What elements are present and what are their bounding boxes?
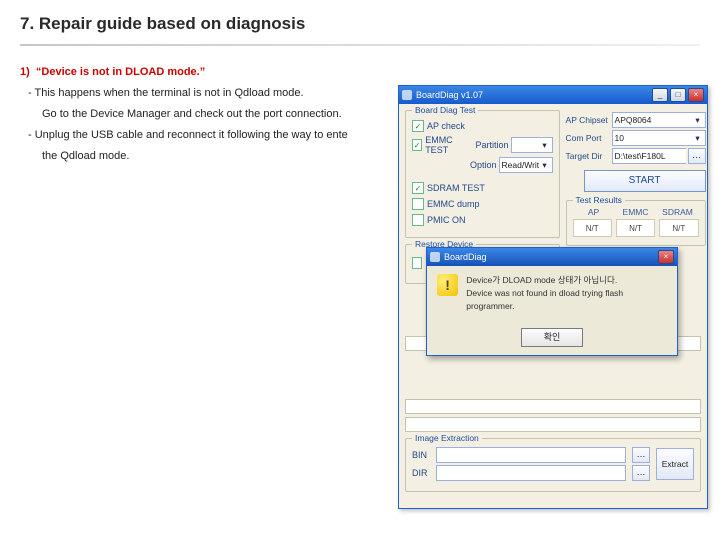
error-dialog: BoardDiag × ! Device가 DLOAD mode 상태가 아닙니…	[426, 247, 678, 356]
bin-label: BIN	[412, 450, 432, 460]
browse-button[interactable]: …	[688, 148, 706, 164]
pmic-label: PMIC ON	[427, 215, 466, 225]
restore-boot-checkbox[interactable]	[412, 257, 422, 269]
result-ap-value: N/T	[573, 219, 612, 237]
bin-field[interactable]	[436, 447, 626, 463]
dir-label: DIR	[412, 468, 432, 478]
log-line	[405, 417, 701, 432]
guide-text: 1) “Device is not in DLOAD mode.” - This…	[20, 62, 390, 166]
page-title: 7. Repair guide based on diagnosis	[20, 14, 700, 34]
option-label: Option	[470, 160, 497, 170]
result-ap-label: AP	[573, 207, 615, 217]
dialog-title: BoardDiag	[444, 252, 487, 262]
guide-line: the Qdload mode.	[20, 146, 390, 167]
result-sdram-label: SDRAM	[657, 207, 699, 217]
item-number: 1)	[20, 66, 30, 78]
partition-combo[interactable]: ▾	[511, 137, 553, 153]
dialog-ok-button[interactable]: 확인	[521, 328, 583, 347]
ap-chipset-combo[interactable]: APQ8064▾	[612, 112, 706, 128]
item-heading: “Device is not in DLOAD mode.”	[36, 66, 205, 78]
dir-browse-button[interactable]: …	[632, 465, 650, 481]
guide-line: - Unplug the USB cable and reconnect it …	[28, 125, 390, 146]
chevron-down-icon: ▾	[693, 133, 703, 144]
emmc-test-label: EMMC TEST	[425, 135, 468, 155]
sdram-label: SDRAM TEST	[427, 183, 485, 193]
app-icon	[402, 90, 412, 100]
chevron-down-icon: ▾	[540, 140, 550, 151]
guide-line: Go to the Device Manager and check out t…	[20, 104, 390, 125]
extract-button[interactable]: Extract	[656, 448, 694, 480]
dialog-close-button[interactable]: ×	[658, 250, 674, 264]
emmc-test-checkbox[interactable]: ✓	[412, 139, 422, 151]
ap-chipset-label: AP Chipset	[566, 115, 612, 125]
group-label: Image Extraction	[412, 433, 482, 443]
minimize-button[interactable]: _	[652, 88, 668, 102]
guide-line: - This happens when the terminal is not …	[28, 83, 390, 104]
dialog-titlebar[interactable]: BoardDiag ×	[427, 248, 677, 266]
group-label: Test Results	[573, 195, 625, 205]
dialog-message: Device가 DLOAD mode 상태가 아닙니다.	[466, 274, 667, 287]
app-icon	[430, 252, 440, 262]
bin-browse-button[interactable]: …	[632, 447, 650, 463]
divider	[20, 44, 700, 46]
chevron-down-icon: ▾	[693, 115, 703, 126]
ap-check-checkbox[interactable]: ✓	[412, 120, 424, 132]
partition-label: Partition	[475, 140, 508, 150]
boarddiag-window: BoardDiag v1.07 _ □ × Board Diag Test ✓A…	[398, 85, 708, 509]
window-titlebar[interactable]: BoardDiag v1.07 _ □ ×	[399, 86, 707, 104]
maximize-button[interactable]: □	[670, 88, 686, 102]
com-port-label: Com Port	[566, 133, 612, 143]
option-combo[interactable]: Read/Writ▾	[499, 157, 553, 173]
dir-field[interactable]	[436, 465, 626, 481]
dialog-message: Device was not found in dload trying fla…	[466, 287, 667, 313]
warning-icon: !	[437, 274, 458, 296]
result-emmc-value: N/T	[616, 219, 655, 237]
result-sdram-value: N/T	[659, 219, 698, 237]
window-title: BoardDiag v1.07	[416, 90, 483, 100]
log-line	[405, 399, 701, 414]
start-button[interactable]: START	[584, 170, 706, 192]
target-dir-label: Target Dir	[566, 151, 612, 161]
emmc-dump-label: EMMC dump	[427, 199, 480, 209]
emmc-dump-checkbox[interactable]	[412, 198, 424, 210]
close-button[interactable]: ×	[688, 88, 704, 102]
result-emmc-label: EMMC	[615, 207, 657, 217]
target-dir-field[interactable]: D:\test\F180L	[612, 148, 686, 164]
sdram-checkbox[interactable]: ✓	[412, 182, 424, 194]
ap-check-label: AP check	[427, 121, 465, 131]
com-port-combo[interactable]: 10▾	[612, 130, 706, 146]
pmic-checkbox[interactable]	[412, 214, 424, 226]
group-label: Board Diag Test	[412, 105, 478, 115]
chevron-down-icon: ▾	[540, 160, 550, 171]
